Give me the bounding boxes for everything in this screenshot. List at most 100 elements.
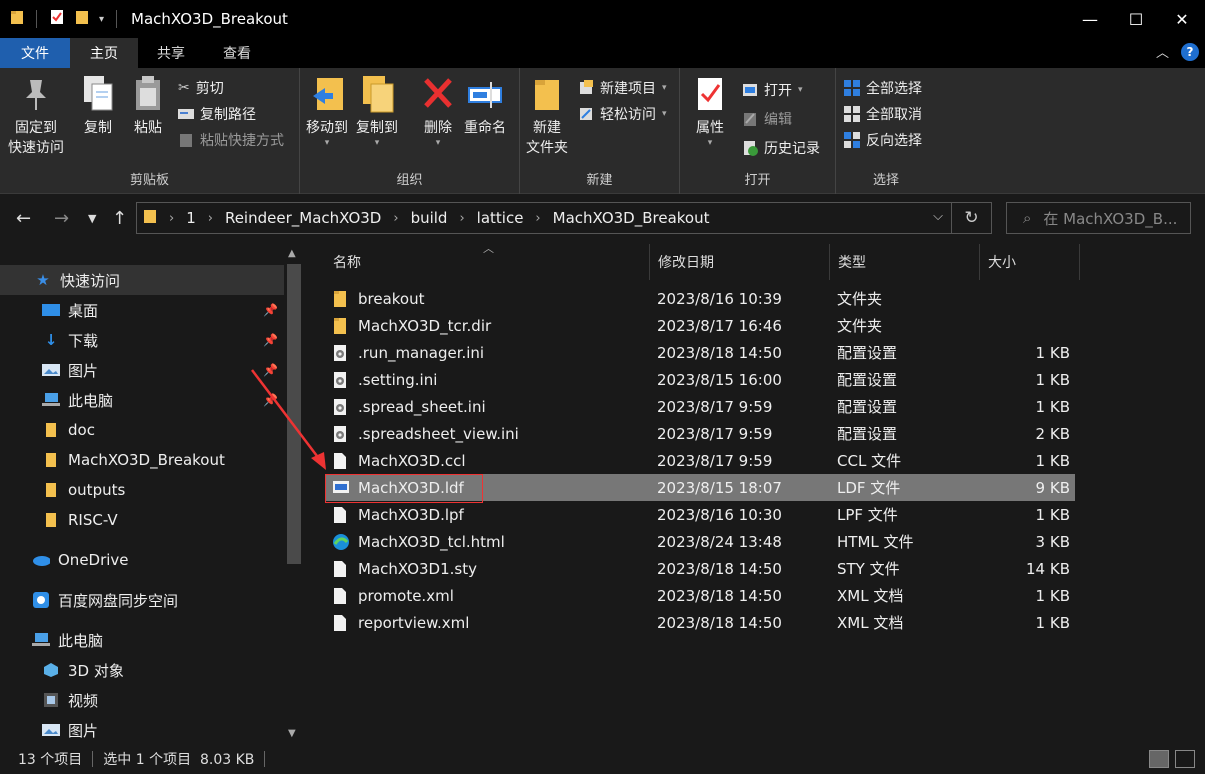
sidebar-item-this-pc[interactable]: 此电脑 📌 (0, 385, 284, 415)
large-icons-view-button[interactable] (1175, 750, 1195, 768)
file-row[interactable]: MachXO3D_tcl.html 2023/8/24 13:48 HTML 文件 3… (325, 528, 1075, 555)
scrollbar-thumb[interactable] (287, 264, 301, 564)
breadcrumb-item[interactable]: MachXO3D_Breakout (553, 209, 710, 227)
paste-button[interactable]: 粘贴 (130, 74, 166, 138)
copy-to-button[interactable]: 复制到 ▾ (356, 74, 398, 148)
sidebar-item-3d-objects[interactable]: 3D 对象 (0, 655, 284, 685)
sidebar-item-baidu[interactable]: 百度网盘同步空间 (0, 585, 284, 615)
easy-access-button[interactable]: 轻松访问 ▾ (578, 104, 667, 124)
sidebar-item-outputs[interactable]: outputs (0, 475, 284, 505)
tab-file[interactable]: 文件 (0, 38, 70, 68)
file-row[interactable]: promote.xml 2023/8/18 14:50 XML 文档 1 KB (325, 582, 1075, 609)
address-bar[interactable]: › 1 › Reindeer_MachXO3D › build › lattic… (136, 202, 992, 234)
file-modified: 2023/8/18 14:50 (657, 613, 782, 632)
new-folder-label-1: 新建 (533, 120, 561, 136)
edit-button[interactable]: 编辑 (742, 109, 792, 129)
tab-share[interactable]: 共享 (138, 38, 204, 68)
folder-icon (42, 512, 60, 528)
file-row[interactable]: breakout 2023/8/16 10:39 文件夹 (325, 285, 1075, 312)
move-to-button[interactable]: 移动到 ▾ (306, 74, 348, 148)
rename-button[interactable]: 重命名 (464, 74, 506, 138)
collapse-ribbon-icon[interactable]: ︿ (1156, 42, 1169, 61)
maximize-button[interactable]: ☐ (1113, 0, 1159, 38)
column-header-modified[interactable]: 修改日期 (650, 244, 830, 280)
open-button[interactable]: 打开 ▾ (742, 80, 803, 100)
sidebar-item-risc-v[interactable]: RISC-V (0, 505, 284, 535)
file-row[interactable]: MachXO3D.lpf 2023/8/16 10:30 LPF 文件 1 KB (325, 501, 1075, 528)
details-view-button[interactable] (1149, 750, 1169, 768)
delete-button[interactable]: 删除 ▾ (420, 74, 456, 148)
new-item-button[interactable]: 新建项目 ▾ (578, 78, 667, 98)
file-row[interactable]: .spreadsheet_view.ini 2023/8/17 9:59 配置设置 2… (325, 420, 1075, 447)
sidebar-item-desktop[interactable]: 桌面 📌 (0, 295, 284, 325)
tab-home[interactable]: 主页 (70, 38, 138, 68)
tab-view[interactable]: 查看 (204, 38, 270, 68)
refresh-icon[interactable]: ↻ (951, 203, 991, 233)
search-input[interactable]: ⌕ 在 MachXO3D_B... (1006, 202, 1191, 234)
sidebar-item-pictures[interactable]: 图片 📌 (0, 355, 284, 385)
file-row[interactable]: MachXO3D1.sty 2023/8/18 14:50 STY 文件 14 KB (325, 555, 1075, 582)
settings-file-icon (332, 398, 350, 416)
pin-quick-access-button[interactable]: 固定到 快速访问 (8, 74, 64, 158)
invert-selection-button[interactable]: 反向选择 (844, 130, 922, 150)
status-bar: 13 个项目 选中 1 个项目 8.03 KB (0, 744, 1205, 774)
navigation-row: ← → ▼ ↑ › 1 › Reindeer_MachXO3D › build … (0, 194, 1205, 244)
help-icon[interactable]: ? (1181, 42, 1199, 61)
item-count: 13 个项目 (18, 752, 83, 768)
select-none-button[interactable]: 全部取消 (844, 104, 922, 124)
sidebar-item-pictures-pc[interactable]: 图片 (0, 715, 284, 745)
file-row[interactable]: MachXO3D_tcr.dir 2023/8/17 16:46 文件夹 (325, 312, 1075, 339)
sidebar-item-this-pc-root[interactable]: 此电脑 (0, 625, 284, 655)
sidebar-item-videos[interactable]: 视频 (0, 685, 284, 715)
minimize-button[interactable]: — (1067, 0, 1113, 38)
copy-path-button[interactable]: 复制路径 (178, 104, 256, 124)
breadcrumb-item[interactable]: Reindeer_MachXO3D (225, 209, 381, 227)
file-row[interactable]: MachXO3D.ccl 2023/8/17 9:59 CCL 文件 1 KB (325, 447, 1075, 474)
forward-icon[interactable]: → (54, 208, 69, 229)
breadcrumb-item[interactable]: lattice (477, 209, 524, 227)
properties-button[interactable]: 属性 ▾ (692, 74, 728, 148)
copy-path-label: 复制路径 (200, 107, 256, 123)
sidebar-item-onedrive[interactable]: OneDrive (0, 545, 284, 575)
column-header-size[interactable]: 大小 (980, 244, 1080, 280)
properties-quick-icon[interactable] (49, 9, 65, 29)
new-folder-button[interactable]: 新建 文件夹 (526, 74, 568, 158)
scroll-down-icon[interactable]: ▼ (288, 728, 296, 739)
sidebar-item-quick-access[interactable]: ★ 快速访问 (0, 265, 284, 295)
sidebar-item-label: 快速访问 (60, 271, 121, 290)
customize-dropdown-icon[interactable]: ▾ (99, 14, 104, 25)
edit-icon (744, 113, 756, 126)
copy-button[interactable]: 复制 (80, 74, 116, 138)
up-icon[interactable]: ↑ (112, 208, 127, 229)
paste-shortcut-button[interactable]: 粘贴快捷方式 (178, 130, 284, 150)
column-header-name[interactable]: 名称 (325, 244, 650, 280)
back-icon[interactable]: ← (16, 208, 31, 229)
pictures-icon (42, 722, 60, 738)
address-dropdown-icon[interactable]: ⌵ (933, 209, 943, 224)
sidebar-scrollbar[interactable]: ▲ ▼ (284, 244, 304, 744)
copy-path-icon (178, 109, 194, 119)
breadcrumb-item[interactable]: 1 (186, 209, 196, 227)
column-header-type[interactable]: 类型 (830, 244, 980, 280)
file-type: XML 文档 (837, 587, 904, 605)
history-button[interactable]: 历史记录 (742, 138, 820, 158)
file-row[interactable]: .run_manager.ini 2023/8/18 14:50 配置设置 1 KB (325, 339, 1075, 366)
history-icon (744, 141, 758, 156)
file-list: ︿ 名称 修改日期 类型 大小 breakout 2023/8/16 10:39 文… (305, 242, 1205, 744)
clipboard-group: 固定到 快速访问 复制 粘贴 ✂ 剪切 复制路径 粘贴快捷方式 剪贴板 (0, 68, 300, 194)
sidebar-item-downloads[interactable]: ↓ 下载 📌 (0, 325, 284, 355)
file-row[interactable]: .spread_sheet.ini 2023/8/17 9:59 配置设置 1 KB (325, 393, 1075, 420)
sidebar-item-machxo3d-breakout[interactable]: MachXO3D_Breakout (0, 445, 284, 475)
cloud-icon (32, 552, 50, 568)
breadcrumb-item[interactable]: build (411, 209, 448, 227)
scroll-up-icon[interactable]: ▲ (288, 248, 296, 259)
file-row[interactable]: .setting.ini 2023/8/15 16:00 配置设置 1 KB (325, 366, 1075, 393)
sidebar-item-doc[interactable]: doc (0, 415, 284, 445)
file-row[interactable]: reportview.xml 2023/8/18 14:50 XML 文档 1 KB (325, 609, 1075, 636)
select-all-button[interactable]: 全部选择 (844, 78, 922, 98)
new-folder-label-2: 文件夹 (526, 140, 568, 156)
cut-button[interactable]: ✂ 剪切 (178, 78, 224, 98)
close-button[interactable]: ✕ (1159, 0, 1205, 38)
new-folder-quick-icon[interactable] (75, 9, 89, 29)
recent-locations-icon[interactable]: ▼ (88, 212, 96, 225)
